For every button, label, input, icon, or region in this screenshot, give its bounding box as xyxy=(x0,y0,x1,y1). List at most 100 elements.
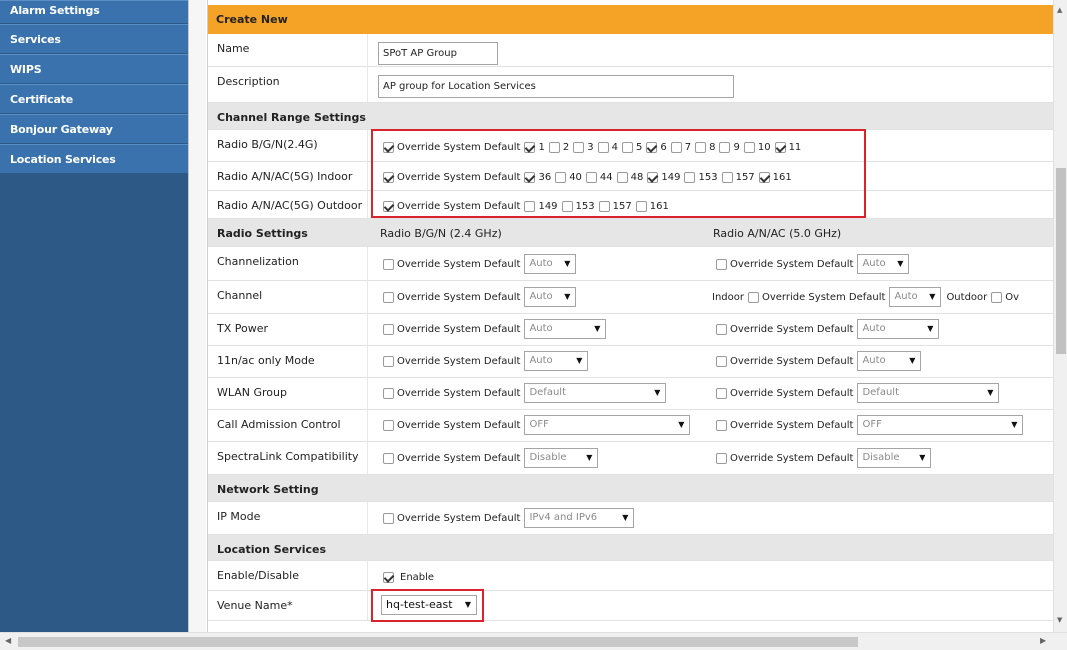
radio-settings-section: Radio Settings Radio B/G/N (2.4 GHz) Rad… xyxy=(208,219,1053,247)
channelization-row: Channelization Override System Default A… xyxy=(208,247,1053,281)
select-value: OFF xyxy=(529,419,549,430)
tx-power-24-override-checkbox[interactable] xyxy=(383,323,394,335)
spectralink-label: SpectraLink Compatibility xyxy=(208,442,368,474)
dropdown-arrow-icon: ▼ xyxy=(622,513,629,522)
nav-item-alarm-settings[interactable]: Alarm Settings xyxy=(0,0,188,24)
spectralink-24-override-checkbox[interactable] xyxy=(383,452,394,464)
channelization-24-select[interactable]: Auto ▼ xyxy=(524,254,577,274)
vertical-scrollbar[interactable]: ▲ ▼ xyxy=(1053,0,1067,632)
location-services-section: Location Services xyxy=(208,535,1053,561)
spectralink-5-override-checkbox[interactable] xyxy=(716,452,727,464)
dropdown-arrow-icon: ▼ xyxy=(594,324,601,333)
horizontal-scrollbar[interactable]: ◀ ▶ xyxy=(0,632,1067,650)
spectralink-5-select[interactable]: Disable ▼ xyxy=(857,448,932,468)
only-mode-label: 11n/ac only Mode xyxy=(208,346,368,377)
dropdown-arrow-icon: ▼ xyxy=(564,292,571,301)
next-row-partial xyxy=(208,621,1053,632)
cac-5-override-checkbox[interactable] xyxy=(716,419,727,431)
select-value: Default xyxy=(529,387,566,398)
channelization-5-override-checkbox[interactable] xyxy=(716,258,727,270)
name-label: Name xyxy=(208,34,368,66)
override-label: Override System Default xyxy=(730,323,854,335)
only-mode-5-select[interactable]: Auto ▼ xyxy=(857,351,922,371)
wlan-group-5-select[interactable]: Default ▼ xyxy=(857,383,1000,403)
left-nav: Alarm Settings Services WIPS Certificate… xyxy=(0,0,188,632)
select-value: Default xyxy=(862,387,899,398)
wlan-group-5-override-checkbox[interactable] xyxy=(716,387,727,399)
create-ap-group-form: Create New Name SPoT AP Group Descriptio… xyxy=(207,0,1053,632)
override-label: Override System Default xyxy=(397,355,521,367)
description-input[interactable]: AP group for Location Services xyxy=(378,75,734,98)
nav-item-certificate[interactable]: Certificate xyxy=(0,84,188,114)
venue-row: Venue Name* hq-test-east ▼ xyxy=(208,591,1053,621)
spectralink-24-select[interactable]: Disable ▼ xyxy=(524,448,599,468)
indoor-label: Indoor xyxy=(712,291,744,303)
dropdown-arrow-icon: ▼ xyxy=(919,453,926,462)
channel-5-indoor-override-checkbox[interactable] xyxy=(747,291,759,303)
nav-item-location-services[interactable]: Location Services xyxy=(0,144,188,174)
override-label: Override System Default xyxy=(730,452,854,464)
venue-label: Venue Name* xyxy=(208,591,368,620)
tx-power-5-override-checkbox[interactable] xyxy=(716,323,727,335)
select-value: Auto xyxy=(529,323,553,334)
channelization-5-select[interactable]: Auto ▼ xyxy=(857,254,910,274)
dropdown-arrow-icon: ▼ xyxy=(929,292,936,301)
wlan-group-24: Override System Default Default ▼ xyxy=(383,383,667,403)
override-label: Override System Default xyxy=(730,419,854,431)
scroll-right-arrow-icon[interactable]: ▶ xyxy=(1040,636,1046,645)
channel-5-indoor-select[interactable]: Auto ▼ xyxy=(889,287,942,307)
wlan-group-24-select[interactable]: Default ▼ xyxy=(524,383,667,403)
cac-24-override-checkbox[interactable] xyxy=(383,419,394,431)
tx-power-24: Override System Default Auto ▼ xyxy=(383,319,607,339)
nav-gutter xyxy=(188,0,206,632)
tx-power-24-select[interactable]: Auto ▼ xyxy=(524,319,607,339)
name-input[interactable]: SPoT AP Group xyxy=(378,42,498,65)
network-setting-section: Network Setting xyxy=(208,475,1053,502)
select-value: Auto xyxy=(862,355,886,366)
tx-power-5: Override System Default Auto ▼ xyxy=(716,319,940,339)
ip-mode-24: Override System Default IPv4 and IPv6 ▼ xyxy=(383,508,635,528)
override-label: Override System Default xyxy=(397,452,521,464)
nav-item-wips[interactable]: WIPS xyxy=(0,54,188,84)
channel-5-outdoor-override-checkbox[interactable] xyxy=(991,291,1003,303)
spectralink-5: Override System Default Disable ▼ xyxy=(716,448,932,468)
vertical-scroll-thumb[interactable] xyxy=(1056,168,1066,354)
dropdown-arrow-icon: ▼ xyxy=(586,453,593,462)
scroll-up-arrow-icon[interactable]: ▲ xyxy=(1057,6,1062,14)
cac-24-select[interactable]: OFF ▼ xyxy=(524,415,691,435)
channel-24-select[interactable]: Auto ▼ xyxy=(524,287,577,307)
cac-label: Call Admission Control xyxy=(208,410,368,441)
spectralink-row: SpectraLink Compatibility Override Syste… xyxy=(208,442,1053,475)
select-value: Auto xyxy=(862,258,886,269)
dropdown-arrow-icon: ▼ xyxy=(564,259,571,268)
horizontal-scroll-thumb[interactable] xyxy=(18,637,858,647)
select-value: IPv4 and IPv6 xyxy=(529,512,598,523)
wlan-group-row: WLAN Group Override System Default Defau… xyxy=(208,378,1053,410)
select-value: Auto xyxy=(529,355,553,366)
tx-power-5-select[interactable]: Auto ▼ xyxy=(857,319,940,339)
scroll-left-arrow-icon[interactable]: ◀ xyxy=(5,636,11,645)
nav-item-services[interactable]: Services xyxy=(0,24,188,54)
only-mode-5-override-checkbox[interactable] xyxy=(716,355,727,367)
channelization-24-override-checkbox[interactable] xyxy=(383,258,394,270)
scroll-down-arrow-icon[interactable]: ▼ xyxy=(1057,616,1062,624)
dropdown-arrow-icon: ▼ xyxy=(576,356,583,365)
only-mode-24-override-checkbox[interactable] xyxy=(383,355,394,367)
ip-mode-select[interactable]: IPv4 and IPv6 ▼ xyxy=(524,508,635,528)
channel-24-override-checkbox[interactable] xyxy=(383,291,394,303)
tx-power-row: TX Power Override System Default Auto ▼ O… xyxy=(208,314,1053,346)
dropdown-arrow-icon: ▼ xyxy=(987,388,994,397)
channel-range-section-title: Channel Range Settings xyxy=(217,111,366,124)
override-label: Override System Default xyxy=(730,258,854,270)
cac-5-select[interactable]: OFF ▼ xyxy=(857,415,1024,435)
wlan-group-24-override-checkbox[interactable] xyxy=(383,387,394,399)
override-label: Override System Default xyxy=(397,419,521,431)
cac-5: Override System Default OFF ▼ xyxy=(716,415,1024,435)
form-header: Create New xyxy=(208,5,1053,34)
only-mode-row: 11n/ac only Mode Override System Default… xyxy=(208,346,1053,378)
ip-mode-override-checkbox[interactable] xyxy=(383,512,394,524)
location-enable-checkbox[interactable] xyxy=(383,571,394,583)
dropdown-arrow-icon: ▼ xyxy=(678,420,685,429)
only-mode-24-select[interactable]: Auto ▼ xyxy=(524,351,589,371)
nav-item-bonjour-gateway[interactable]: Bonjour Gateway xyxy=(0,114,188,144)
